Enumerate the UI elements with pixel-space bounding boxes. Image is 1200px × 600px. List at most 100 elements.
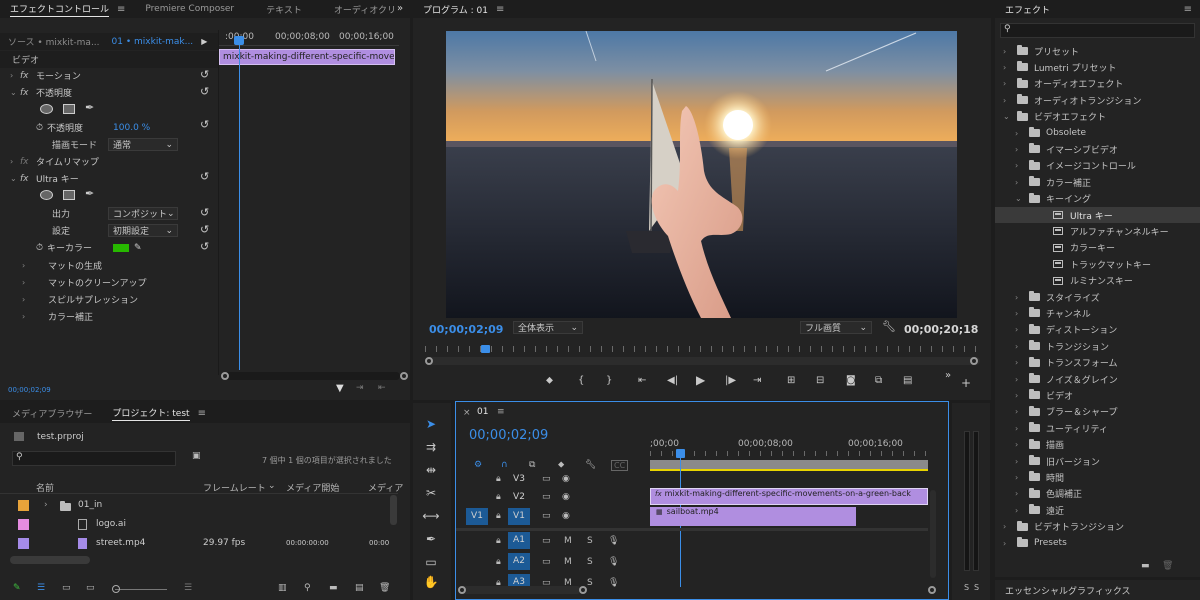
work-area-bar[interactable]: [650, 460, 928, 471]
ultra-key-row[interactable]: ⌄ fx Ultra キー: [0, 170, 218, 187]
column-name[interactable]: 名前: [36, 481, 54, 494]
expand-chevron-icon[interactable]: ⌄: [10, 174, 20, 183]
ec-ruler[interactable]: :00;00 00;00;08;00 00;00;16;00: [219, 30, 399, 46]
motion-row[interactable]: › fx モーション: [0, 67, 218, 84]
new-bin-icon[interactable]: ▬: [1141, 561, 1150, 571]
effects-tree-item[interactable]: › 遠近: [995, 502, 1200, 518]
add-marker-icon[interactable]: ⬥: [546, 375, 553, 386]
mute-button[interactable]: M: [564, 536, 572, 546]
reset-icon[interactable]: ↺: [200, 206, 209, 219]
new-bin-icon[interactable]: ▬: [329, 583, 338, 593]
chevron-right-icon[interactable]: ›: [1003, 63, 1013, 72]
effects-tree-item[interactable]: ルミナンスキー: [995, 273, 1200, 289]
chevron-right-icon[interactable]: ›: [1015, 506, 1025, 515]
matte-cleanup-row[interactable]: › マットのクリーンアップ: [0, 274, 218, 291]
expand-chevron-icon[interactable]: ›: [22, 312, 32, 321]
effects-tree-item[interactable]: アルファチャンネルキー: [995, 223, 1200, 239]
chevron-right-icon[interactable]: ›: [1015, 375, 1025, 384]
timeline-tab[interactable]: 01: [477, 407, 488, 417]
effects-tree-item[interactable]: › チャンネル: [995, 305, 1200, 321]
timeline-timecode[interactable]: 00;00;02;09: [469, 428, 548, 443]
timeline-ruler[interactable]: ;00;00 00;00;08;00 00;00;16;00: [650, 436, 928, 462]
effects-tree-item[interactable]: › Lumetri プリセット: [995, 59, 1200, 75]
captions-icon[interactable]: CC: [611, 460, 629, 471]
chevron-down-icon[interactable]: ⌄: [1015, 194, 1025, 203]
mute-button[interactable]: M: [564, 557, 572, 567]
sync-lock-icon[interactable]: ▭: [542, 492, 551, 502]
effects-tree-item[interactable]: › プリセット: [995, 43, 1200, 59]
solo-button[interactable]: S: [974, 583, 979, 592]
chevron-right-icon[interactable]: ›: [1015, 293, 1025, 302]
add-marker-icon[interactable]: ⬥: [558, 460, 564, 470]
program-ruler[interactable]: [425, 346, 980, 352]
go-to-out-icon[interactable]: ⇥: [753, 375, 761, 386]
effects-tree-item[interactable]: › 旧バージョン: [995, 453, 1200, 469]
reset-icon[interactable]: ↺: [200, 240, 209, 253]
trash-icon[interactable]: 🗑︎: [379, 583, 390, 593]
timeline-horizontal-scrollbar[interactable]: [461, 586, 581, 594]
go-to-in-icon[interactable]: ⇤: [638, 375, 646, 386]
effects-tree-item[interactable]: › ディストーション: [995, 322, 1200, 338]
scroll-handle-right[interactable]: [579, 586, 587, 594]
effects-tree-item[interactable]: › トランスフォーム: [995, 355, 1200, 371]
expand-chevron-icon[interactable]: ⌄: [10, 88, 20, 97]
chevron-right-icon[interactable]: ›: [1015, 178, 1025, 187]
overflow-chevron-icon[interactable]: »: [397, 3, 403, 14]
chevron-down-icon[interactable]: ⌄: [1003, 112, 1013, 121]
solo-button[interactable]: S: [587, 557, 593, 567]
slip-tool-icon[interactable]: ⟷: [420, 506, 442, 526]
microphone-icon[interactable]: 🎙︎: [608, 557, 619, 567]
tab-audio-clip[interactable]: オーディオクリ: [324, 0, 406, 18]
chevron-right-icon[interactable]: ›: [1015, 440, 1025, 449]
zoom-slider[interactable]: [115, 589, 167, 590]
list-view-icon[interactable]: ☰: [37, 583, 45, 593]
solo-button[interactable]: S: [587, 578, 593, 588]
mask-ellipse-icon[interactable]: [40, 190, 53, 200]
column-sort-icon[interactable]: ⌄: [268, 481, 276, 491]
tab-text[interactable]: テキスト: [256, 0, 312, 18]
effects-tree-item[interactable]: › ノイズ＆グレイン: [995, 371, 1200, 387]
effects-tree-item[interactable]: › スタイライズ: [995, 289, 1200, 305]
ec-clip-bar[interactable]: mixkit-making-different-specific-movemer: [219, 49, 395, 65]
eye-icon[interactable]: ◉: [562, 511, 570, 521]
icon-view-icon[interactable]: ▭: [62, 583, 71, 593]
close-tab-icon[interactable]: ×: [463, 408, 471, 418]
video-frame[interactable]: [446, 31, 957, 318]
selection-tool-icon[interactable]: ➤: [420, 414, 442, 434]
effects-tree-item[interactable]: › 描画: [995, 437, 1200, 453]
track-name-a2[interactable]: A2: [508, 553, 530, 570]
reset-icon[interactable]: ↺: [200, 223, 209, 236]
step-back-icon[interactable]: ◀|: [667, 375, 678, 386]
sync-lock-icon[interactable]: ▭: [542, 557, 551, 567]
chevron-right-icon[interactable]: ›: [1015, 342, 1025, 351]
trash-icon[interactable]: 🗑︎: [1162, 561, 1173, 571]
tab-effects[interactable]: エフェクト: [995, 0, 1060, 18]
linked-selection-icon[interactable]: ∩: [501, 460, 508, 470]
tab-premiere-composer[interactable]: Premiere Composer: [135, 0, 244, 18]
stopwatch-icon[interactable]: ⏱: [36, 123, 43, 133]
chevron-right-icon[interactable]: ›: [1003, 96, 1013, 105]
time-remap-row[interactable]: › fx タイムリマップ: [0, 153, 218, 170]
track-divider[interactable]: [456, 528, 928, 531]
tab-effect-controls[interactable]: エフェクトコントロール ≡: [0, 0, 135, 18]
project-horizontal-scrollbar[interactable]: [10, 556, 90, 564]
panel-menu-icon[interactable]: ≡: [198, 408, 206, 419]
lock-icon[interactable]: 🔒︎: [496, 474, 501, 484]
effects-tree-item[interactable]: ⌄ キーイング: [995, 191, 1200, 207]
find-icon[interactable]: ⚲: [304, 583, 311, 593]
panel-menu-icon[interactable]: ≡: [497, 407, 505, 417]
new-search-bin-icon[interactable]: ▣: [192, 451, 201, 461]
ec-horizontal-scrollbar[interactable]: [224, 372, 400, 380]
effects-tree-item[interactable]: › Obsolete: [995, 125, 1200, 141]
spill-suppression-row[interactable]: › スピルサプレッション: [0, 291, 218, 308]
sync-lock-icon[interactable]: ▭: [542, 536, 551, 546]
sync-lock-icon[interactable]: ▭: [542, 474, 551, 484]
tab-project[interactable]: プロジェクト: test ≡: [102, 404, 216, 422]
scroll-handle-right[interactable]: [400, 372, 408, 380]
pen-tool-icon[interactable]: ✒: [420, 529, 442, 549]
label-color-swatch[interactable]: [18, 538, 29, 549]
mask-pen-icon[interactable]: ✒: [85, 101, 94, 114]
effects-tree-item[interactable]: › トランジション: [995, 338, 1200, 354]
new-item-icon[interactable]: ▤: [355, 583, 364, 593]
razor-tool-icon[interactable]: ✂: [420, 483, 442, 503]
